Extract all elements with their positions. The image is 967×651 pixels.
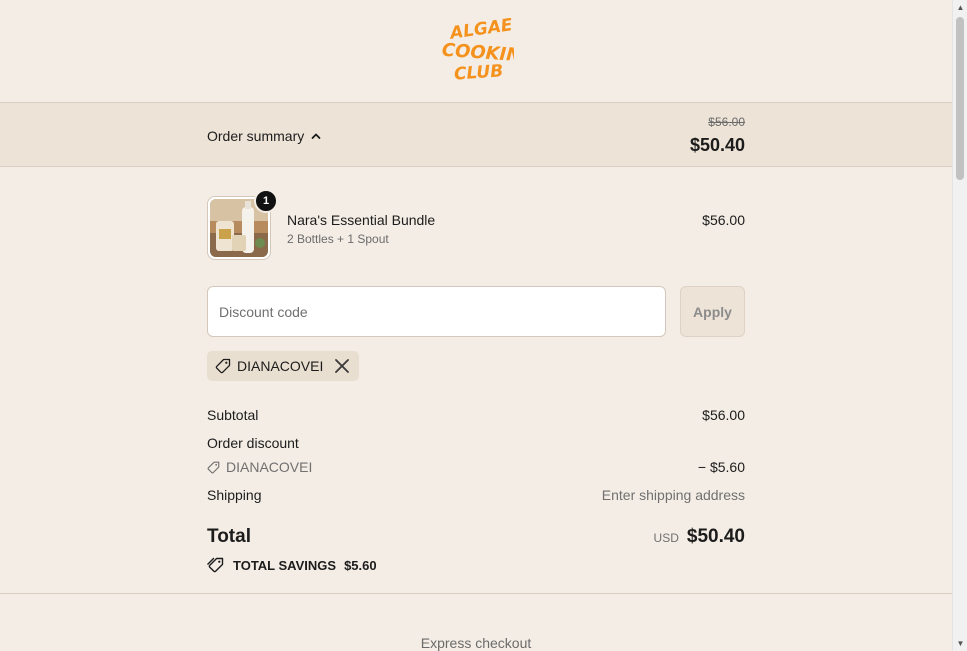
product-variant: 2 Bottles + 1 Spout <box>287 232 389 246</box>
product-thumbnail: 1 <box>207 189 278 260</box>
scroll-up-arrow-icon[interactable]: ▲ <box>953 0 967 15</box>
original-total: $56.00 <box>708 115 745 129</box>
shipping-label: Shipping <box>207 487 262 503</box>
subtotal-label: Subtotal <box>207 407 259 423</box>
tag-icon <box>215 358 231 374</box>
total-label: Total <box>207 526 251 547</box>
total-amount: $50.40 <box>686 526 745 547</box>
brand-logo[interactable]: ALGAE COOKING CLUB <box>440 18 514 84</box>
savings-tag-icon <box>207 557 224 573</box>
total-currency: USD <box>653 531 679 545</box>
applied-discount-chip: DIANACOVEI <box>207 351 360 381</box>
discount-code-input[interactable] <box>207 286 666 337</box>
summary-total: $50.40 <box>689 135 745 155</box>
shipping-value: Enter shipping address <box>601 487 745 503</box>
tag-icon <box>207 461 220 473</box>
order-discount-label: Order discount <box>207 435 299 451</box>
section-divider <box>0 593 952 594</box>
total-value-group: USD $50.40 <box>654 526 745 548</box>
checkout-page: ALGAE COOKING CLUB Order summary $56.00 … <box>0 0 967 651</box>
total-savings: TOTAL SAVINGS $5.60 <box>207 557 377 573</box>
apply-discount-button[interactable]: Apply <box>680 286 745 337</box>
order-summary-label: Order summary <box>207 128 305 144</box>
applied-discount-code: DIANACOVEI <box>237 358 324 374</box>
checkout-content: ALGAE COOKING CLUB Order summary $56.00 … <box>0 0 952 651</box>
product-price: $56.00 <box>702 212 745 228</box>
remove-discount-button[interactable] <box>333 357 351 375</box>
close-icon <box>335 359 350 373</box>
total-savings-value: $5.60 <box>344 557 377 573</box>
chevron-up-icon <box>311 133 321 139</box>
order-discount-value: − $5.60 <box>697 459 745 475</box>
quantity-badge: 1 <box>254 189 278 213</box>
order-discount-code-text: DIANACOVEI <box>226 459 313 475</box>
order-summary-toggle[interactable]: Order summary <box>207 128 322 144</box>
svg-text:CLUB: CLUB <box>453 61 503 84</box>
order-discount-code: DIANACOVEI <box>207 459 312 475</box>
total-savings-label: TOTAL SAVINGS <box>233 557 337 573</box>
scroll-down-arrow-icon[interactable]: ▼ <box>953 636 967 651</box>
express-checkout-heading: Express checkout <box>420 635 532 651</box>
product-name: Nara's Essential Bundle <box>287 212 436 228</box>
order-summary-bar: Order summary $56.00 $50.40 <box>0 102 952 167</box>
subtotal-value: $56.00 <box>702 407 745 423</box>
page-scrollbar[interactable]: ▲ ▼ <box>952 0 967 651</box>
scrollbar-thumb[interactable] <box>956 17 964 180</box>
